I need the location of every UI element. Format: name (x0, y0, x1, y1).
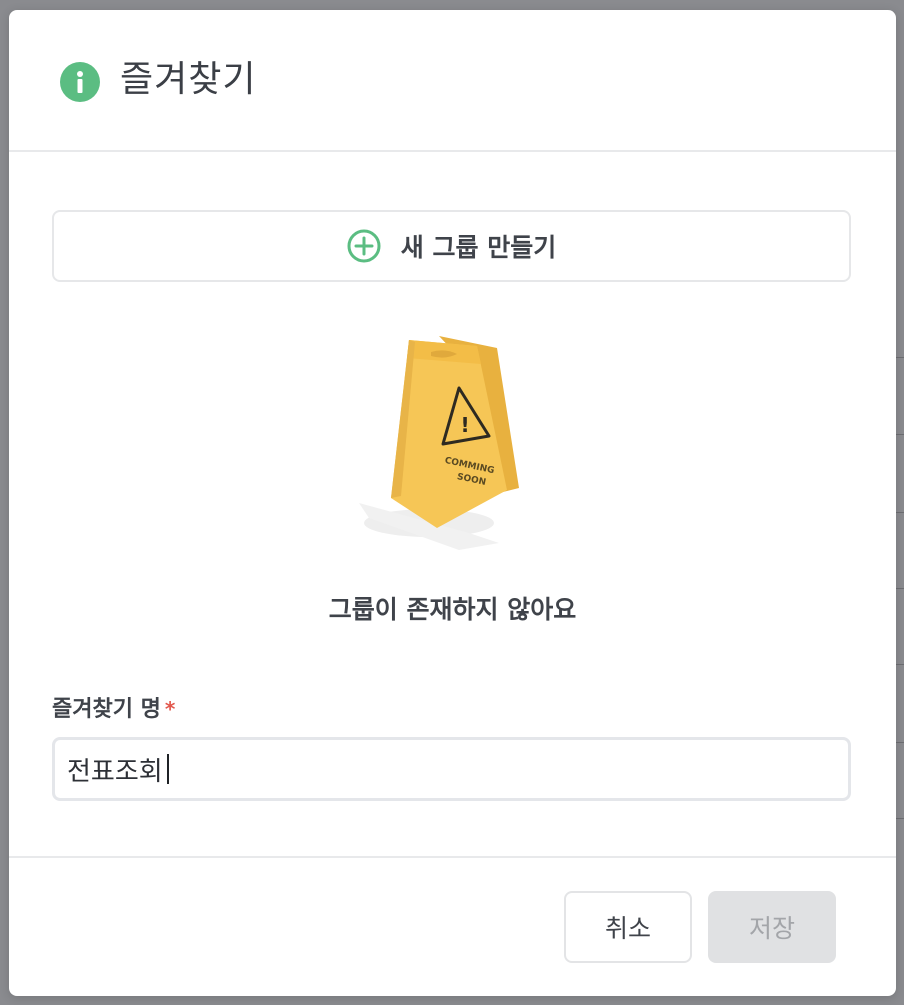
background-divider (896, 818, 904, 819)
empty-state-message: 그룹이 존재하지 않아요 (328, 595, 577, 624)
background-divider (896, 512, 904, 513)
plus-circle-icon (347, 229, 381, 263)
footer-divider (9, 856, 896, 858)
coming-soon-sign-illustration: ! COMMING SOON (359, 336, 519, 550)
info-icon (60, 62, 100, 102)
new-group-button[interactable]: 새 그룹 만들기 (52, 210, 851, 282)
background-divider (896, 434, 904, 435)
favorite-name-label: 즐겨찾기 명 * (52, 692, 175, 727)
favorite-name-label-text: 즐겨찾기 명 (52, 697, 161, 722)
required-mark: * (164, 697, 176, 721)
background-divider (896, 742, 904, 743)
cancel-button[interactable]: 취소 (564, 891, 692, 963)
svg-text:!: ! (460, 413, 469, 437)
new-group-label: 새 그룹 만들기 (400, 233, 557, 262)
dialog-title: 즐겨찾기 (120, 59, 257, 100)
dialog-header: 즐겨찾기 (9, 10, 896, 152)
background-divider (896, 588, 904, 589)
favorites-dialog: 즐겨찾기 새 그룹 만들기 ! COMMING SOON 그룹이 존재하지 않아… (9, 10, 896, 996)
background-divider (896, 357, 904, 358)
save-button[interactable]: 저장 (708, 891, 836, 963)
background-divider (896, 664, 904, 665)
favorite-name-input[interactable] (55, 740, 848, 798)
text-caret (167, 754, 169, 784)
favorite-name-field[interactable] (52, 737, 851, 801)
